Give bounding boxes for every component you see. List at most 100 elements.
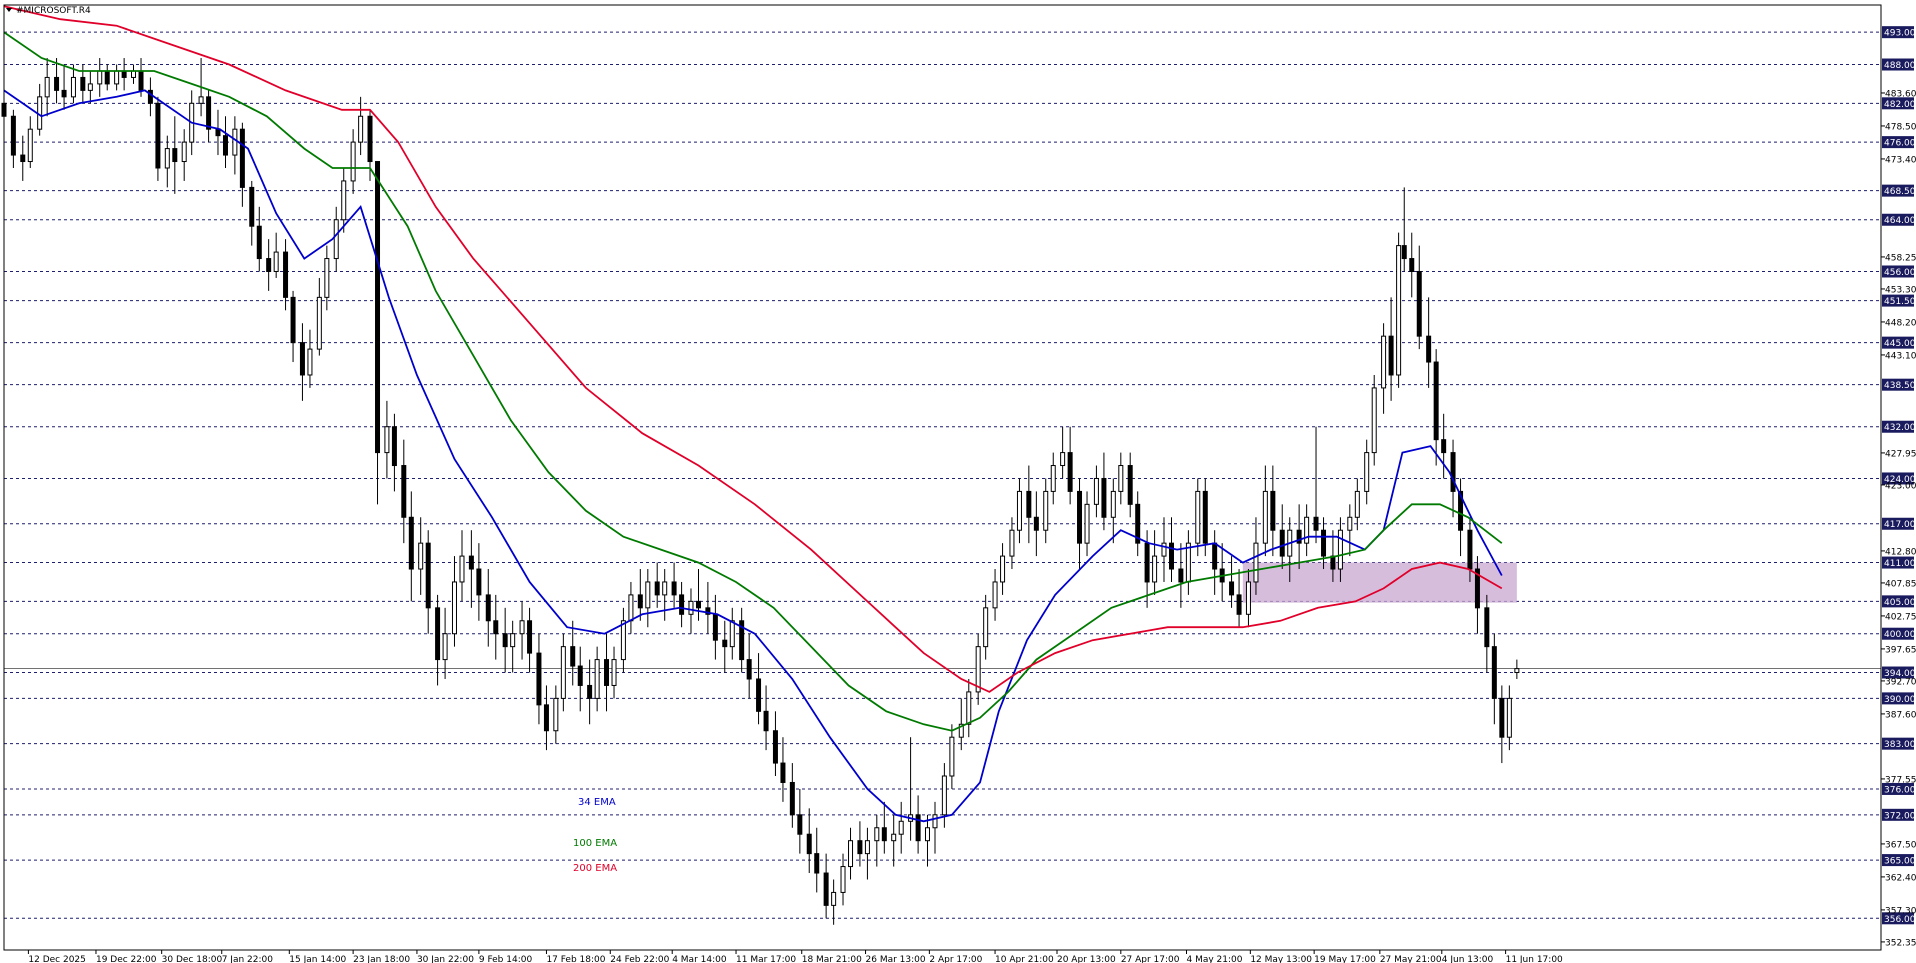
candle-body xyxy=(273,251,279,272)
candle-body xyxy=(756,678,762,712)
candle-body xyxy=(70,76,76,98)
candle-body xyxy=(375,161,381,454)
candle-body xyxy=(290,296,296,344)
candle-body xyxy=(1229,581,1235,596)
candle-body xyxy=(543,704,549,732)
candle-body xyxy=(570,646,576,667)
candle-body xyxy=(239,128,245,188)
candle-body xyxy=(864,840,870,855)
candle-body xyxy=(1152,555,1158,583)
candle-body xyxy=(181,141,187,163)
level-label: 400.00 xyxy=(1884,630,1916,640)
candle-body xyxy=(485,594,491,622)
level-label: 365.00 xyxy=(1884,857,1916,867)
y-tick-label: 458.25 xyxy=(1885,253,1916,263)
symbol-header[interactable]: #MICROSOFT.R4 xyxy=(6,6,91,16)
candle-body xyxy=(1506,697,1512,738)
candle-body xyxy=(299,342,305,376)
candle-body xyxy=(1033,516,1039,531)
candle-body xyxy=(333,219,339,260)
candle-body xyxy=(384,426,390,454)
candle-body xyxy=(797,814,803,835)
candle-body xyxy=(1178,568,1184,583)
candle-body xyxy=(283,251,289,298)
candle-body xyxy=(823,872,829,906)
candle-body xyxy=(249,186,255,227)
x-tick-label: 11 Mar 17:00 xyxy=(736,955,796,963)
level-label: 445.00 xyxy=(1884,339,1916,349)
candle-body xyxy=(206,96,212,130)
candle-body xyxy=(1212,542,1218,570)
candle-body xyxy=(10,115,16,156)
candle-body xyxy=(1093,477,1099,505)
candle-body xyxy=(763,710,769,732)
candle-body xyxy=(266,258,272,272)
candle-body xyxy=(232,128,238,156)
candle-body xyxy=(1026,490,1032,518)
level-label: 464.00 xyxy=(1884,216,1916,226)
x-tick-label: 30 Jan 22:00 xyxy=(417,955,474,963)
y-tick-label: 423.00 xyxy=(1885,481,1916,491)
x-tick-label: 19 May 17:00 xyxy=(1314,955,1376,963)
legend-ema100: 100 EMA xyxy=(573,838,617,849)
candle-body xyxy=(780,762,786,783)
x-tick-label: 30 Dec 18:00 xyxy=(162,955,223,963)
x-tick-label: 9 Feb 14:00 xyxy=(479,955,533,963)
candle-body xyxy=(324,258,330,298)
candle-body xyxy=(20,154,26,163)
candle-body xyxy=(80,76,86,91)
y-tick-label: 407.85 xyxy=(1885,579,1916,589)
candle-body xyxy=(1043,490,1049,531)
y-tick-label: 453.30 xyxy=(1885,285,1916,295)
level-label: 372.00 xyxy=(1884,811,1916,821)
candle-body xyxy=(1144,542,1150,583)
candle-body xyxy=(1426,335,1432,363)
candle-body xyxy=(307,348,313,376)
level-label: 493.00 xyxy=(1884,29,1916,39)
candle-body xyxy=(898,820,904,835)
y-tick-label: 357.30 xyxy=(1885,906,1916,916)
x-tick-label: 12 May 13:00 xyxy=(1250,955,1312,963)
candle-body xyxy=(1262,490,1268,544)
y-tick-label: 397.65 xyxy=(1885,645,1916,655)
candle-body xyxy=(527,620,533,654)
x-tick-label: 26 Mar 13:00 xyxy=(866,955,926,963)
level-label: 468.50 xyxy=(1884,187,1916,197)
candle-body xyxy=(1416,270,1422,337)
candle-body xyxy=(476,568,482,596)
candle-body xyxy=(1364,452,1370,492)
candle-body xyxy=(814,853,820,874)
level-label: 476.00 xyxy=(1884,139,1916,149)
candle-body xyxy=(881,827,887,842)
level-label: 390.00 xyxy=(1884,695,1916,705)
x-tick-label: 19 Dec 22:00 xyxy=(96,955,157,963)
candle-body xyxy=(679,594,685,615)
candle-body xyxy=(891,833,897,842)
chart-canvas: 493.00 488.00 482.00 476.00 468.50 464.00 456.… xyxy=(0,0,1916,963)
candle-body xyxy=(992,581,998,609)
y-tick-label: 448.20 xyxy=(1885,318,1916,328)
level-label: 376.00 xyxy=(1884,785,1916,795)
candle-body xyxy=(848,840,854,868)
candle-body xyxy=(1388,335,1394,376)
chart-background xyxy=(0,0,1916,963)
candle-body xyxy=(966,691,972,725)
candle-body xyxy=(401,465,407,518)
candle-body xyxy=(1050,465,1056,492)
candle-body xyxy=(604,659,610,686)
candle-body xyxy=(1101,477,1107,518)
candle-body xyxy=(1321,529,1327,557)
candle-body xyxy=(1354,490,1360,518)
candle-body xyxy=(1077,490,1083,544)
candle-body xyxy=(316,296,322,350)
y-tick-label: 352.35 xyxy=(1885,938,1916,948)
candle-body xyxy=(857,840,863,855)
candle-body xyxy=(27,128,33,163)
candle-body xyxy=(54,76,60,91)
candle-body xyxy=(367,115,373,163)
x-tick-label: 10 Apr 21:00 xyxy=(995,955,1054,963)
x-tick-label: 23 Jan 18:00 xyxy=(353,955,410,963)
level-label: 438.50 xyxy=(1884,381,1916,391)
candle-body xyxy=(1110,490,1116,518)
candle-body xyxy=(688,600,694,615)
